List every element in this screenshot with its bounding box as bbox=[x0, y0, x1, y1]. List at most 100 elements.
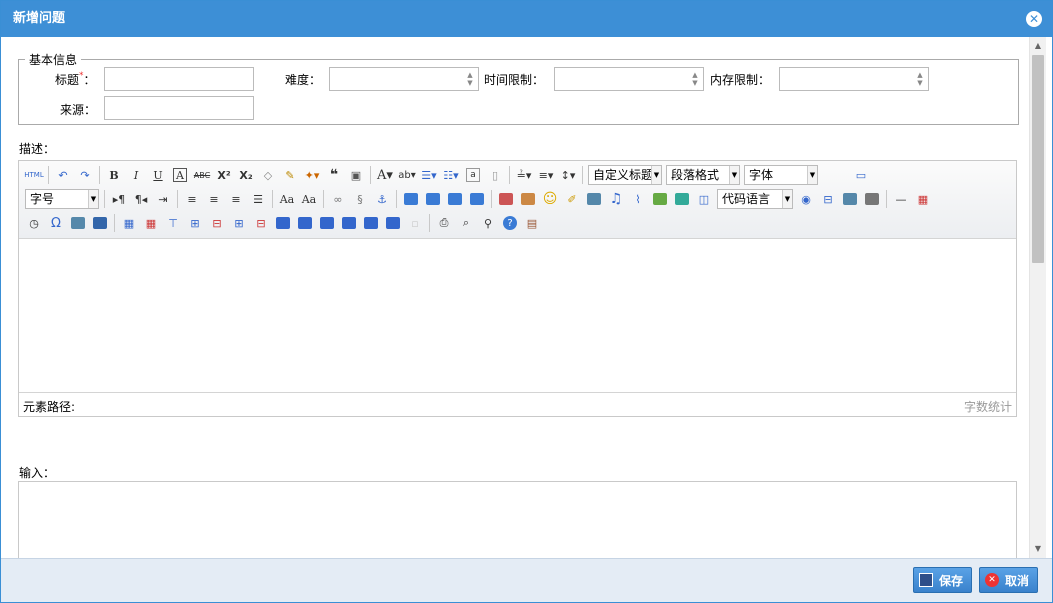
word-image-icon[interactable] bbox=[93, 217, 107, 229]
attachment-icon[interactable]: ⌇ bbox=[627, 188, 649, 210]
delete-col-icon[interactable]: ⊟ bbox=[250, 212, 272, 234]
chart-icon[interactable]: ▫ bbox=[404, 212, 426, 234]
delete-row-icon[interactable]: ⊟ bbox=[206, 212, 228, 234]
image-none-icon[interactable] bbox=[404, 193, 418, 205]
scroll-up-icon[interactable]: ▲ bbox=[1030, 39, 1046, 53]
horizontal-rule-icon[interactable]: — bbox=[890, 188, 912, 210]
music-icon[interactable]: ♫ bbox=[605, 188, 627, 210]
to-lowercase-icon[interactable]: Aa bbox=[276, 188, 298, 210]
time-limit-spinner[interactable]: ▲ ▼ bbox=[554, 67, 704, 91]
page-break-icon[interactable]: ⊟ bbox=[817, 188, 839, 210]
cancel-button[interactable]: ✕ 取消 bbox=[979, 567, 1039, 593]
font-color-icon[interactable]: A▾ bbox=[374, 164, 396, 186]
to-uppercase-icon[interactable]: Aa bbox=[298, 188, 320, 210]
scroll-thumb[interactable] bbox=[1032, 55, 1044, 263]
bold-icon[interactable]: B bbox=[103, 164, 125, 186]
draft-icon[interactable]: ▤ bbox=[521, 212, 543, 234]
iframe-icon[interactable]: ◫ bbox=[693, 188, 715, 210]
vertical-scrollbar[interactable]: ▲ ▼ bbox=[1029, 37, 1046, 558]
subscript-icon[interactable]: X₂ bbox=[235, 164, 257, 186]
spinner-arrows-icon[interactable]: ▲ ▼ bbox=[690, 71, 700, 87]
strikethrough-icon[interactable]: ABC bbox=[191, 164, 213, 186]
insert-table-icon[interactable]: ▦ bbox=[118, 212, 140, 234]
merge-right-icon[interactable] bbox=[298, 217, 312, 229]
background-icon[interactable] bbox=[865, 193, 879, 205]
ordered-list-icon[interactable]: ☰▾ bbox=[418, 164, 440, 186]
map-icon[interactable] bbox=[653, 193, 667, 205]
anchor-icon[interactable]: ⚓ bbox=[371, 188, 393, 210]
print-icon[interactable]: ⎙ bbox=[433, 212, 455, 234]
image-right-icon[interactable] bbox=[448, 193, 462, 205]
row-spacing-top-icon[interactable]: ≟▾ bbox=[513, 164, 535, 186]
scrawl-icon[interactable]: ✐ bbox=[561, 188, 583, 210]
blockquote-icon[interactable]: ❝ bbox=[323, 164, 345, 186]
web-app-icon[interactable]: ◉ bbox=[795, 188, 817, 210]
italic-icon[interactable]: I bbox=[125, 164, 147, 186]
line-height-icon[interactable]: ↕▾ bbox=[557, 164, 579, 186]
rtl-icon[interactable]: ¶◂ bbox=[130, 188, 152, 210]
unordered-list-icon[interactable]: ☷▾ bbox=[440, 164, 462, 186]
search-replace-icon[interactable]: ⚲ bbox=[477, 212, 499, 234]
save-button[interactable]: 保存 bbox=[913, 567, 973, 593]
source-input[interactable] bbox=[104, 96, 254, 120]
emotion-icon[interactable]: ☺ bbox=[539, 188, 561, 210]
google-map-icon[interactable] bbox=[675, 193, 689, 205]
title-input[interactable] bbox=[104, 67, 254, 91]
split-to-cols-icon[interactable] bbox=[386, 217, 400, 229]
editor-content-area[interactable] bbox=[19, 240, 1016, 392]
spinner-arrows-icon[interactable]: ▲ ▼ bbox=[465, 71, 475, 87]
custom-title-select[interactable]: 自定义标题 ▼ bbox=[588, 165, 662, 185]
select-all-icon[interactable]: a bbox=[466, 168, 480, 182]
clear-doc-icon[interactable]: ▯ bbox=[484, 164, 506, 186]
image-left-icon[interactable] bbox=[426, 193, 440, 205]
ltr-icon[interactable]: ▸¶ bbox=[108, 188, 130, 210]
undo-icon[interactable]: ↶ bbox=[52, 164, 74, 186]
eraser-icon[interactable]: ◇ bbox=[257, 164, 279, 186]
input-textarea[interactable] bbox=[18, 481, 1017, 558]
insert-col-icon[interactable]: ⊞ bbox=[228, 212, 250, 234]
align-right-icon[interactable]: ≡ bbox=[225, 188, 247, 210]
autotype-icon[interactable]: ✦▾ bbox=[301, 164, 323, 186]
difficulty-spinner[interactable]: ▲ ▼ bbox=[329, 67, 479, 91]
superscript-icon[interactable]: X² bbox=[213, 164, 235, 186]
date-icon[interactable]: ▦ bbox=[912, 188, 934, 210]
preview-icon[interactable]: ⌕ bbox=[455, 212, 477, 234]
insert-paragraph-before-table-icon[interactable]: ⊤ bbox=[162, 212, 184, 234]
special-char-icon[interactable]: Ω bbox=[45, 212, 67, 234]
snapscreen-icon[interactable] bbox=[71, 217, 85, 229]
help-icon[interactable]: ? bbox=[503, 216, 517, 230]
indent-icon[interactable]: ⇥ bbox=[152, 188, 174, 210]
underline-icon[interactable]: U bbox=[147, 164, 169, 186]
template-icon[interactable] bbox=[843, 193, 857, 205]
font-border-icon[interactable]: A bbox=[173, 168, 187, 182]
image-center-icon[interactable] bbox=[470, 193, 484, 205]
background-color-icon[interactable]: ab▾ bbox=[396, 164, 418, 186]
time-icon[interactable]: ◷ bbox=[23, 212, 45, 234]
paragraph-format-select[interactable]: 段落格式 ▼ bbox=[666, 165, 740, 185]
insert-video-icon[interactable] bbox=[587, 193, 601, 205]
split-to-rows-icon[interactable] bbox=[364, 217, 378, 229]
font-size-select[interactable]: 字号 ▼ bbox=[25, 189, 99, 209]
align-justify-icon[interactable]: ☰ bbox=[247, 188, 269, 210]
close-icon[interactable]: ✕ bbox=[1026, 11, 1042, 27]
insert-image-icon[interactable] bbox=[521, 193, 535, 205]
insert-row-icon[interactable]: ⊞ bbox=[184, 212, 206, 234]
redo-icon[interactable]: ↷ bbox=[74, 164, 96, 186]
link-icon[interactable]: ∞ bbox=[327, 188, 349, 210]
merge-cells-icon[interactable] bbox=[276, 217, 290, 229]
split-to-cells-icon[interactable] bbox=[342, 217, 356, 229]
unlink-icon[interactable]: § bbox=[349, 188, 371, 210]
html-source-icon[interactable]: HTML bbox=[23, 164, 45, 186]
fullscreen-icon[interactable]: ▭ bbox=[850, 164, 872, 186]
memory-limit-spinner[interactable]: ▲ ▼ bbox=[779, 67, 929, 91]
spinner-arrows-icon[interactable]: ▲ ▼ bbox=[915, 71, 925, 87]
paste-plain-icon[interactable]: ▣ bbox=[345, 164, 367, 186]
font-family-select[interactable]: 字体 ▼ bbox=[744, 165, 818, 185]
merge-down-icon[interactable] bbox=[320, 217, 334, 229]
align-center-icon[interactable]: ≡ bbox=[203, 188, 225, 210]
format-brush-icon[interactable]: ✎ bbox=[279, 164, 301, 186]
row-spacing-bottom-icon[interactable]: ≡▾ bbox=[535, 164, 557, 186]
align-left-icon[interactable]: ≡ bbox=[181, 188, 203, 210]
scroll-down-icon[interactable]: ▼ bbox=[1030, 542, 1046, 556]
delete-table-icon[interactable]: ▦ bbox=[140, 212, 162, 234]
